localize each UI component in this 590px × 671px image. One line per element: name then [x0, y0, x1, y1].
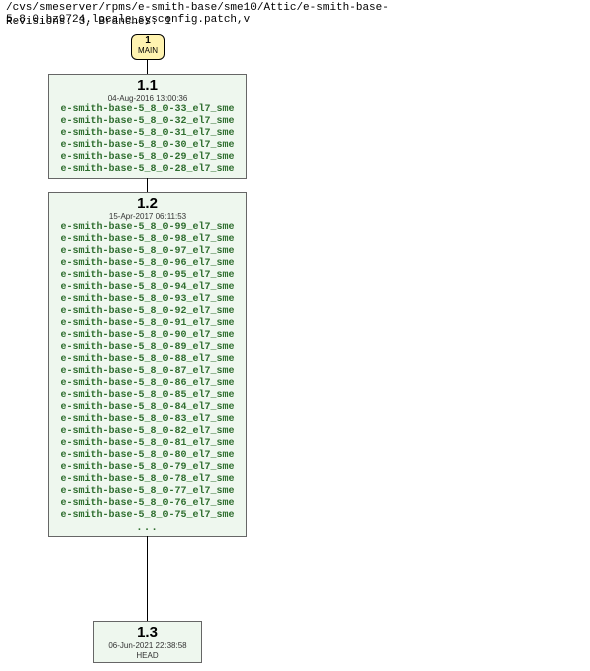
tag-item: e-smith-base-5_8_0-88_el7_sme	[55, 354, 240, 366]
branch-name: MAIN	[138, 47, 158, 55]
tag-item: e-smith-base-5_8_0-87_el7_sme	[55, 366, 240, 378]
tag-item: e-smith-base-5_8_0-79_el7_sme	[55, 462, 240, 474]
tag-item: e-smith-base-5_8_0-99_el7_sme	[55, 222, 240, 234]
revision-date: 04-Aug-2016 13:00:36	[55, 94, 240, 103]
tag-item: e-smith-base-5_8_0-78_el7_sme	[55, 474, 240, 486]
connector-line	[147, 178, 148, 192]
revision-date: 15-Apr-2017 06:11:53	[55, 212, 240, 221]
tag-item: e-smith-base-5_8_0-77_el7_sme	[55, 486, 240, 498]
revisions-summary: Revisions: 3, Branches: 1	[6, 16, 171, 28]
tag-item: e-smith-base-5_8_0-76_el7_sme	[55, 498, 240, 510]
tag-item: e-smith-base-5_8_0-85_el7_sme	[55, 390, 240, 402]
tag-item: e-smith-base-5_8_0-84_el7_sme	[55, 402, 240, 414]
revision-node-1-3: 1.3 06-Jun-2021 22:38:58 HEAD	[93, 621, 202, 663]
revision-node-1-2: 1.2 15-Apr-2017 06:11:53 e-smith-base-5_…	[48, 192, 247, 537]
tag-item: e-smith-base-5_8_0-82_el7_sme	[55, 426, 240, 438]
tag-item: e-smith-base-5_8_0-95_el7_sme	[55, 270, 240, 282]
tag-item: e-smith-base-5_8_0-32_el7_sme	[55, 116, 240, 128]
tag-item: e-smith-base-5_8_0-94_el7_sme	[55, 282, 240, 294]
tag-ellipsis: ...	[55, 522, 240, 534]
tag-item: e-smith-base-5_8_0-97_el7_sme	[55, 246, 240, 258]
tag-item: e-smith-base-5_8_0-86_el7_sme	[55, 378, 240, 390]
tag-item: e-smith-base-5_8_0-33_el7_sme	[55, 104, 240, 116]
branch-number: 1	[138, 36, 158, 47]
tag-item: e-smith-base-5_8_0-83_el7_sme	[55, 414, 240, 426]
tag-item: e-smith-base-5_8_0-28_el7_sme	[55, 164, 240, 176]
revision-number: 1.3	[100, 624, 195, 641]
tag-item: e-smith-base-5_8_0-81_el7_sme	[55, 438, 240, 450]
tag-item: e-smith-base-5_8_0-80_el7_sme	[55, 450, 240, 462]
tag-item: e-smith-base-5_8_0-29_el7_sme	[55, 152, 240, 164]
revision-tag-list: e-smith-base-5_8_0-99_el7_sme e-smith-ba…	[55, 222, 240, 534]
branch-main-label: 1 MAIN	[131, 34, 165, 60]
tag-item: e-smith-base-5_8_0-75_el7_sme	[55, 510, 240, 522]
revision-number: 1.2	[55, 195, 240, 212]
connector-line	[147, 536, 148, 621]
head-branch-tag: HEAD	[100, 651, 195, 660]
revision-tag-list: e-smith-base-5_8_0-33_el7_sme e-smith-ba…	[55, 104, 240, 176]
tag-item: e-smith-base-5_8_0-89_el7_sme	[55, 342, 240, 354]
revision-node-1-1: 1.1 04-Aug-2016 13:00:36 e-smith-base-5_…	[48, 74, 247, 179]
tag-item: e-smith-base-5_8_0-93_el7_sme	[55, 294, 240, 306]
tag-item: e-smith-base-5_8_0-98_el7_sme	[55, 234, 240, 246]
tag-item: e-smith-base-5_8_0-31_el7_sme	[55, 128, 240, 140]
revision-date: 06-Jun-2021 22:38:58	[100, 641, 195, 650]
tag-item: e-smith-base-5_8_0-92_el7_sme	[55, 306, 240, 318]
revision-number: 1.1	[55, 77, 240, 94]
tag-item: e-smith-base-5_8_0-30_el7_sme	[55, 140, 240, 152]
tag-item: e-smith-base-5_8_0-91_el7_sme	[55, 318, 240, 330]
connector-line	[147, 60, 148, 74]
diagram-canvas: /cvs/smeserver/rpms/e-smith-base/sme10/A…	[0, 0, 590, 671]
tag-item: e-smith-base-5_8_0-90_el7_sme	[55, 330, 240, 342]
tag-item: e-smith-base-5_8_0-96_el7_sme	[55, 258, 240, 270]
